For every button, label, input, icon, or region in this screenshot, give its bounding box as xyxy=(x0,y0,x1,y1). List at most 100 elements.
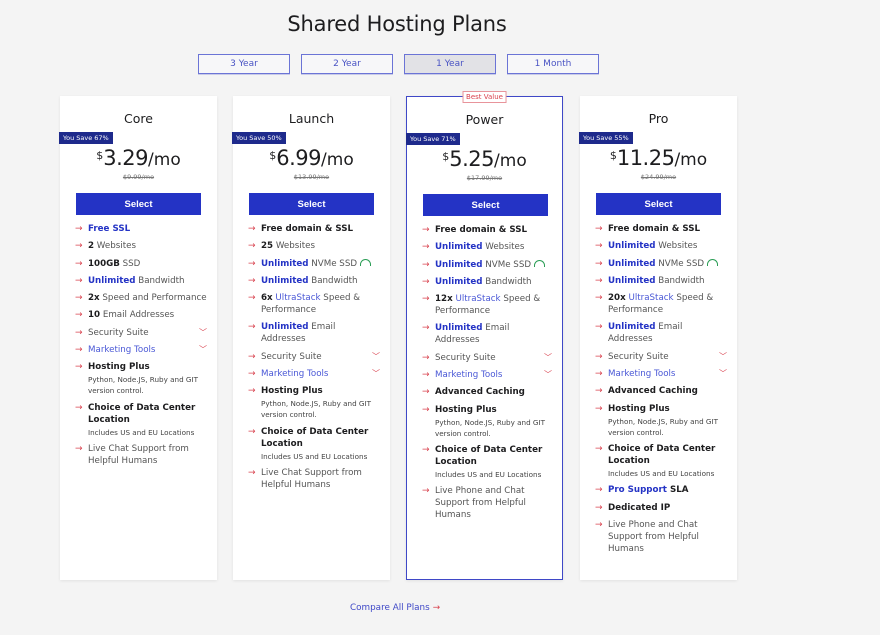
feature-item: → 6x UltraStack Speed & Performance xyxy=(248,292,380,316)
security-suite-toggle[interactable]: → Security Suite ﹀ xyxy=(248,351,380,363)
plan-price: $5.25/mo xyxy=(407,147,562,171)
feature-item: → Unlimited Bandwidth xyxy=(595,275,727,287)
feature-text: Websites xyxy=(94,241,136,252)
feature-link[interactable]: Marketing Tools xyxy=(435,369,552,381)
chevron-down-icon[interactable]: ﹀ xyxy=(544,369,552,381)
feature-text: NVMe SSD xyxy=(482,259,532,270)
term-tabs: 3 Year 2 Year 1 Year 1 Month xyxy=(198,54,599,74)
feature-link[interactable]: Marketing Tools xyxy=(608,368,727,380)
plan-name: Pro xyxy=(648,111,669,126)
best-value-badge: Best Value xyxy=(462,91,507,103)
feature-item: → Live Phone and Chat Support from Helpfu… xyxy=(422,485,552,521)
feature-text: Live Phone and Chat Support from Helpful… xyxy=(435,486,526,521)
feature-item: → Advanced Caching xyxy=(595,385,727,397)
feature-bold: 6x xyxy=(261,293,273,304)
feature-item: → 12x UltraStack Speed & Performance xyxy=(422,293,552,317)
feature-item: → Unlimited Websites xyxy=(422,241,552,253)
feature-item: → Unlimited NVMe SSD xyxy=(595,258,727,270)
arrow-icon: → xyxy=(248,351,256,362)
feature-title: Hosting Plus xyxy=(435,404,497,415)
price-period: /mo xyxy=(148,150,181,170)
price-period: /mo xyxy=(494,151,527,171)
arrow-icon: → xyxy=(75,443,83,454)
security-suite-toggle[interactable]: → Security Suite ﹀ xyxy=(595,351,727,363)
feature-item: → Hosting Plus Python, Node.JS, Ruby and G… xyxy=(248,385,380,420)
feature-bold: 10 xyxy=(88,310,101,321)
marketing-tools-toggle[interactable]: → Marketing Tools ﹀ xyxy=(248,368,380,380)
feature-text: Bandwidth xyxy=(655,275,705,286)
feature-item: → Choice of Data Center Location Includes … xyxy=(595,443,727,479)
feature-item: → 2 Websites xyxy=(75,240,207,252)
plan-name: Power xyxy=(465,112,504,127)
arrow-icon: → xyxy=(422,225,430,235)
chevron-down-icon[interactable]: ﹀ xyxy=(199,344,207,356)
select-button-launch[interactable]: Select xyxy=(249,193,374,215)
arrow-icon: → xyxy=(75,362,83,373)
tab-2-year[interactable]: 2 Year xyxy=(301,54,393,74)
select-button-power[interactable]: Select xyxy=(423,194,548,216)
feature-link[interactable]: Marketing Tools xyxy=(88,344,207,356)
arrow-icon: → xyxy=(75,241,83,252)
arrow-icon: → xyxy=(595,241,603,252)
tab-3-year[interactable]: 3 Year xyxy=(198,54,290,74)
compare-all-plans-link[interactable]: Compare All Plans → xyxy=(350,603,440,613)
marketing-tools-toggle[interactable]: → Marketing Tools ﹀ xyxy=(595,368,727,380)
chevron-down-icon[interactable]: ﹀ xyxy=(372,368,380,380)
price-amount: 3.29 xyxy=(103,146,149,170)
select-button-pro[interactable]: Select xyxy=(596,193,721,215)
feature-item: → 10 Email Addresses xyxy=(75,309,207,321)
speedometer-icon xyxy=(360,258,372,266)
chevron-down-icon[interactable]: ﹀ xyxy=(544,352,552,364)
feature-highlight: Unlimited xyxy=(608,241,656,252)
chevron-down-icon[interactable]: ﹀ xyxy=(199,327,207,339)
feature-text: Speed and Performance xyxy=(99,293,207,304)
feature-item: → Free domain & SSL xyxy=(422,224,552,236)
security-suite-toggle[interactable]: → Security Suite ﹀ xyxy=(422,352,552,364)
feature-item: → Unlimited Email Addresses xyxy=(595,321,727,345)
feature-highlight: Pro Support xyxy=(608,485,667,496)
arrow-icon: → xyxy=(422,387,430,398)
price-period: /mo xyxy=(321,150,354,170)
feature-item: → Choice of Data Center Location Includes … xyxy=(422,444,552,480)
save-badge: You Save 71% xyxy=(406,133,460,145)
price-amount: 11.25 xyxy=(616,146,675,170)
feature-text: Email Addresses xyxy=(100,310,175,321)
arrow-icon: → xyxy=(248,386,256,397)
select-button-core[interactable]: Select xyxy=(76,193,201,215)
arrow-icon: → xyxy=(248,275,256,286)
chevron-down-icon[interactable]: ﹀ xyxy=(719,368,727,380)
feature-text: Websites xyxy=(655,241,698,252)
plan-name: Launch xyxy=(288,111,335,126)
feature-title: Advanced Caching xyxy=(608,386,698,397)
arrow-icon: → xyxy=(75,293,83,304)
feature-subtext: Python, Node.JS, Ruby and GIT version co… xyxy=(88,375,198,396)
marketing-tools-toggle[interactable]: → Marketing Tools ﹀ xyxy=(422,369,552,381)
feature-link[interactable]: Marketing Tools xyxy=(261,368,380,380)
ultrastack-link[interactable]: UltraStack xyxy=(626,293,673,303)
feature-highlight: Unlimited xyxy=(435,276,483,287)
arrow-icon: → xyxy=(422,486,430,497)
price-amount: 5.25 xyxy=(449,147,495,171)
tab-1-year[interactable]: 1 Year xyxy=(404,54,496,74)
feature-item: → Choice of Data Center Location Includes … xyxy=(248,426,380,462)
arrow-icon: → xyxy=(248,322,256,333)
feature-text: Bandwidth xyxy=(135,275,185,286)
ultrastack-link[interactable]: UltraStack xyxy=(273,293,320,303)
security-suite-toggle[interactable]: → Security Suite ﹀ xyxy=(75,327,207,339)
arrow-icon: → xyxy=(248,369,256,380)
marketing-tools-toggle[interactable]: → Marketing Tools ﹀ xyxy=(75,344,207,356)
feature-bold: Free domain & SSL xyxy=(435,225,528,235)
feature-item: → Live Phone and Chat Support from Helpfu… xyxy=(595,519,727,555)
chevron-down-icon[interactable]: ﹀ xyxy=(719,351,727,363)
feature-item: → 25 Websites xyxy=(248,240,380,252)
feature-item: → Unlimited NVMe SSD xyxy=(422,259,552,271)
feature-item: → Unlimited Bandwidth xyxy=(422,276,552,288)
ultrastack-link[interactable]: UltraStack xyxy=(453,294,500,304)
currency-symbol: $ xyxy=(609,149,617,162)
save-badge: You Save 55% xyxy=(579,132,633,144)
chevron-down-icon[interactable]: ﹀ xyxy=(372,351,380,363)
feature-highlight: Unlimited xyxy=(261,322,309,333)
feature-bold: SLA xyxy=(666,485,689,496)
currency-symbol: $ xyxy=(96,149,104,162)
tab-1-month[interactable]: 1 Month xyxy=(507,54,599,74)
